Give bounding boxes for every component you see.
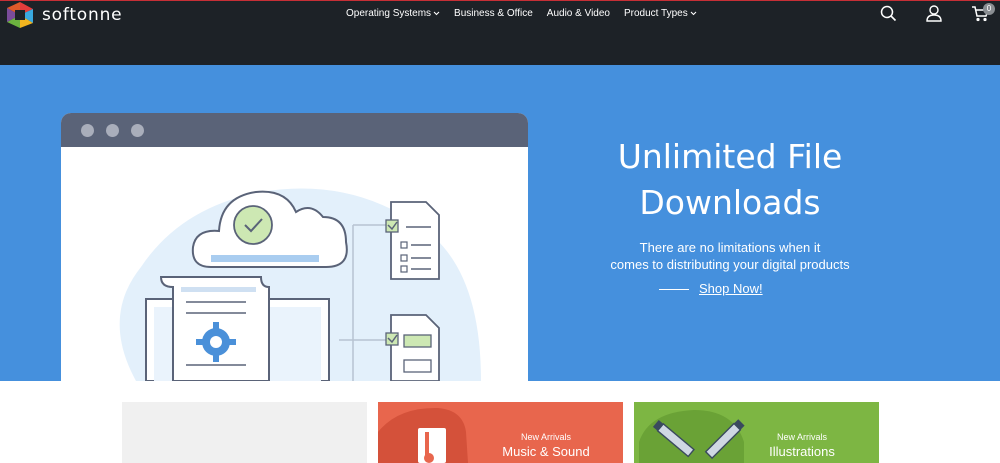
category-card-illustrations[interactable]: New Arrivals Illustrations [634,402,879,463]
nav-audio-video[interactable]: Audio & Video [547,8,610,19]
chevron-down-icon [433,11,440,16]
nav-label: Audio & Video [546,8,610,19]
music-note-icon [378,407,468,463]
user-icon[interactable] [926,5,942,22]
nav-label: Business & Office [454,8,533,19]
window-dot [131,123,144,137]
shop-now-link[interactable]: Shop Now! [699,281,763,296]
card-title: Illustrations [769,444,835,459]
browser-titlebar [61,113,528,147]
pencils-icon [639,410,745,463]
chevron-down-icon [690,11,697,16]
category-card-placeholder[interactable] [122,402,367,463]
hero-subtitle-line: comes to distributing your digital produ… [610,257,850,272]
nav-business-office[interactable]: Business & Office [454,8,533,19]
logo-icon [7,2,33,28]
main-nav: Operating Systems Business & Office Audi… [346,8,711,19]
top-navigation-bar: softonne Operating Systems Business & Of… [0,0,1000,65]
hero-title-line: Unlimited File [617,137,843,176]
brand-name: softonne [42,5,123,25]
hero-subtitle: There are no limitations when it comes t… [580,239,880,273]
window-dot [106,123,119,137]
nav-operating-systems[interactable]: Operating Systems [346,8,440,19]
hero-title: Unlimited File Downloads [580,134,880,226]
search-icon[interactable] [880,5,897,22]
nav-label: Product Types [624,8,688,19]
cloud-documents-illustration [119,188,482,381]
cart-count-badge: 0 [983,3,995,15]
nav-product-types[interactable]: Product Types [624,8,697,19]
card-kicker: New Arrivals [520,432,571,442]
cta-dash-line [659,289,689,290]
logo[interactable]: softonne [4,1,122,29]
nav-label: Operating Systems [346,8,432,19]
hero-title-line: Downloads [639,183,821,222]
category-card-music-sound[interactable]: New Arrivals Music & Sound [378,402,623,463]
hero-banner: Unlimited File Downloads There are no li… [0,65,1000,381]
hero-subtitle-line: There are no limitations when it [639,240,821,255]
card-title: Music & Sound [502,444,590,459]
browser-window-illustration [61,113,528,381]
window-dot [81,123,94,137]
card-kicker: New Arrivals [776,432,827,442]
